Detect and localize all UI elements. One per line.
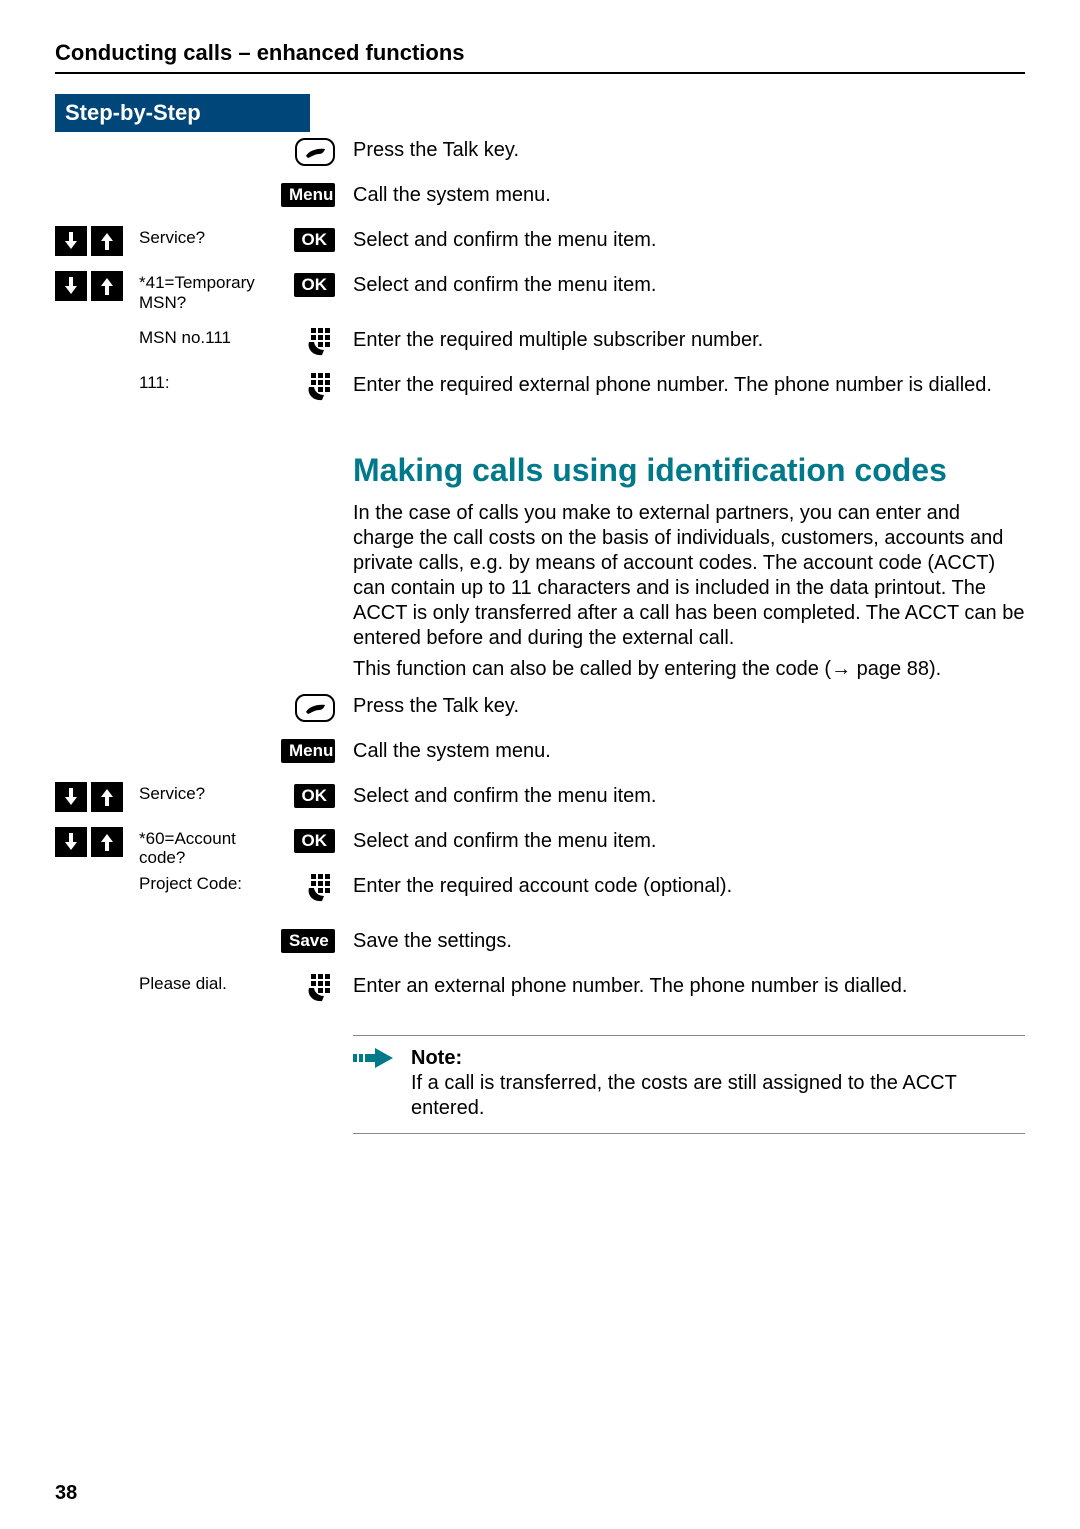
display-text: Please dial. <box>135 972 279 994</box>
keypad-icon <box>305 373 335 408</box>
keypad-icon <box>305 874 335 909</box>
section-heading: Making calls using identification codes <box>353 422 1025 501</box>
note-label: Note: <box>411 1047 462 1069</box>
ok-button: OK <box>294 829 336 853</box>
talk-key-icon <box>295 694 335 727</box>
talk-key-icon <box>295 138 335 171</box>
ok-button: OK <box>294 784 336 808</box>
display-text: *60=Account code? <box>135 827 279 868</box>
save-button: Save <box>281 929 335 953</box>
chapter-title: Conducting calls – enhanced functions <box>55 40 1025 74</box>
cross-reference[interactable]: → page 88 <box>831 658 929 680</box>
keypad-icon <box>305 974 335 1009</box>
instruction-text: Enter an external phone number. The phon… <box>335 968 1025 999</box>
instruction-text: Call the system menu. <box>335 177 1025 208</box>
keypad-icon <box>305 328 335 363</box>
instruction-text: Enter the required external phone number… <box>335 367 1025 398</box>
menu-button: Menu <box>281 739 335 763</box>
section-account-code: Press the Talk key. Menu Call the system… <box>55 688 1025 1134</box>
instruction-text: Select and confirm the menu item. <box>335 823 1025 854</box>
display-text: 111: <box>135 371 279 393</box>
display-text: *41=Temporary MSN? <box>135 271 279 312</box>
instruction-text: Enter the required multiple subscriber n… <box>335 322 1025 353</box>
down-arrow-icon <box>55 782 87 812</box>
instruction-text: Press the Talk key. <box>335 132 1025 163</box>
ok-button: OK <box>294 273 336 297</box>
note-text: If a call is transferred, the costs are … <box>411 1072 956 1119</box>
page-number: 38 <box>55 1482 77 1505</box>
up-arrow-icon <box>91 226 123 256</box>
display-text: Project Code: <box>135 872 279 894</box>
note-box: Note: If a call is transferred, the cost… <box>353 1035 1025 1134</box>
up-arrow-icon <box>91 271 123 301</box>
instruction-text: Call the system menu. <box>335 733 1025 764</box>
up-arrow-icon <box>91 827 123 857</box>
instruction-text: Select and confirm the menu item. <box>335 778 1025 809</box>
menu-button: Menu <box>281 183 335 207</box>
note-arrow-icon <box>353 1046 395 1077</box>
down-arrow-icon <box>55 226 87 256</box>
display-text: Service? <box>135 782 279 804</box>
paragraph: In the case of calls you make to externa… <box>353 501 1025 651</box>
paragraph: This function can also be called by ente… <box>353 657 1025 682</box>
down-arrow-icon <box>55 271 87 301</box>
down-arrow-icon <box>55 827 87 857</box>
step-by-step-header: Step-by-Step <box>55 94 310 132</box>
ok-button: OK <box>294 228 336 252</box>
display-text: MSN no.111 <box>135 326 279 348</box>
instruction-text: Select and confirm the menu item. <box>335 222 1025 253</box>
display-text: Service? <box>135 226 279 248</box>
instruction-text: Press the Talk key. <box>335 688 1025 719</box>
instruction-text: Enter the required account code (optiona… <box>335 868 1025 899</box>
section-temporary-msn: Press the Talk key. Menu Call the system… <box>55 132 1025 422</box>
instruction-text: Save the settings. <box>335 923 1025 954</box>
up-arrow-icon <box>91 782 123 812</box>
instruction-text: Select and confirm the menu item. <box>335 267 1025 298</box>
